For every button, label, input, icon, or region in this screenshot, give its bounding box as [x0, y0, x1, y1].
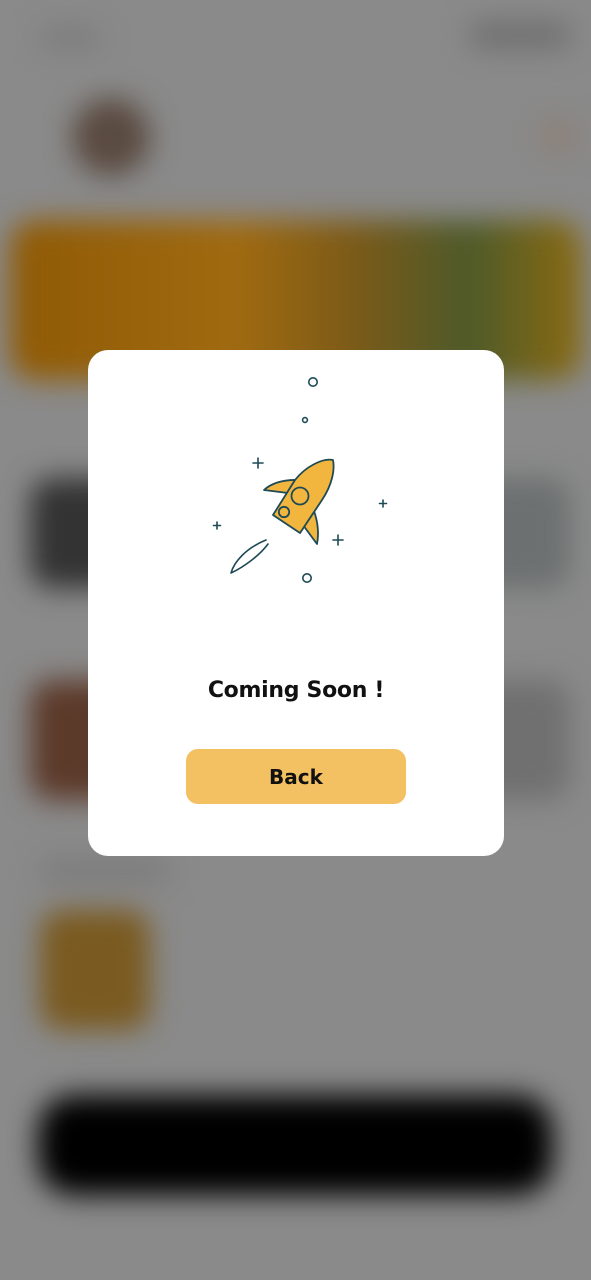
- back-button[interactable]: Back: [186, 749, 406, 804]
- status-bar-right: [470, 22, 570, 48]
- bottom-navigation-bar: [38, 1095, 553, 1195]
- section-heading-placeholder: [40, 860, 170, 882]
- menu-card: [40, 910, 150, 1030]
- dialog-title: Coming Soon !: [207, 678, 385, 703]
- status-bar-left: [40, 28, 100, 48]
- rocket-icon: [212, 376, 388, 584]
- coming-soon-dialog: Coming Soon ! Back: [88, 350, 504, 856]
- notification-icon: [540, 118, 576, 154]
- avatar: [72, 98, 150, 176]
